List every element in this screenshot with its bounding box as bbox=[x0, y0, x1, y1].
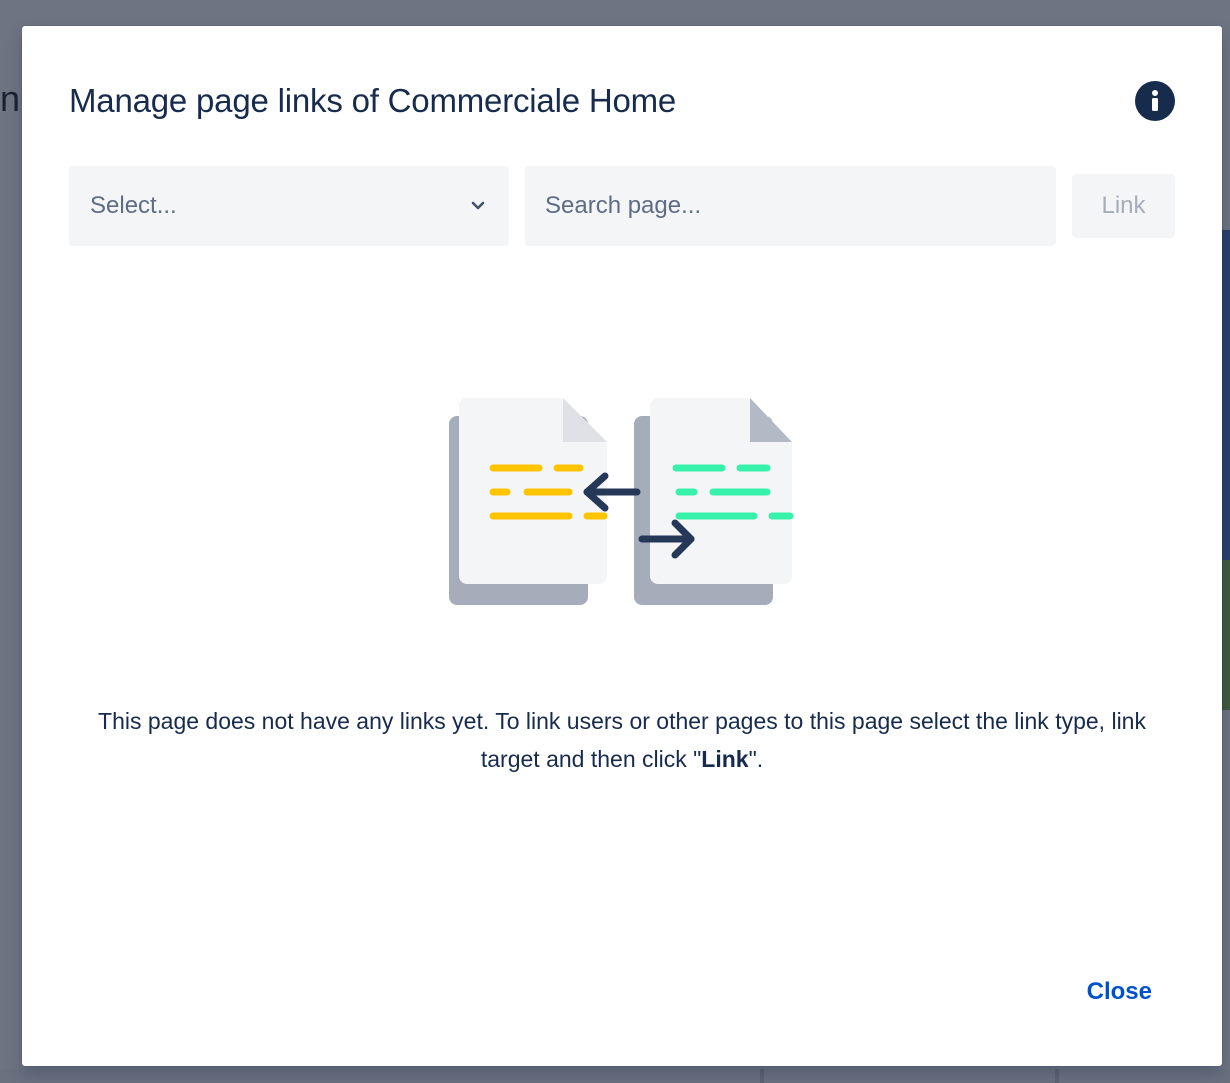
close-button[interactable]: Close bbox=[1087, 978, 1152, 1006]
background-title-fragment: n bbox=[0, 78, 21, 119]
select-value: Select... bbox=[90, 192, 177, 219]
empty-message-link-label: Link bbox=[701, 746, 749, 772]
link-button[interactable]: Link bbox=[1072, 174, 1175, 238]
search-page-field[interactable] bbox=[525, 166, 1056, 246]
background-divider bbox=[1055, 1069, 1059, 1083]
linked-pages-icon bbox=[447, 398, 797, 610]
background-image-strip-lower bbox=[1222, 560, 1230, 710]
background-divider bbox=[760, 1069, 764, 1083]
background-footer bbox=[0, 1069, 1230, 1083]
link-type-select[interactable]: Select... bbox=[69, 166, 509, 246]
chevron-down-icon bbox=[471, 201, 485, 211]
info-icon[interactable] bbox=[1135, 81, 1175, 121]
search-input[interactable] bbox=[525, 166, 1056, 246]
manage-links-dialog: Manage page links of Commerciale Home Se… bbox=[22, 26, 1222, 1066]
dialog-title: Manage page links of Commerciale Home bbox=[69, 82, 677, 119]
dialog-header: Manage page links of Commerciale Home bbox=[69, 78, 1175, 124]
link-controls: Select... Link bbox=[69, 166, 1175, 246]
empty-message-text: This page does not have any links yet. T… bbox=[98, 708, 1146, 772]
empty-message-text-end: ". bbox=[748, 746, 764, 772]
empty-state-message: This page does not have any links yet. T… bbox=[69, 702, 1175, 778]
